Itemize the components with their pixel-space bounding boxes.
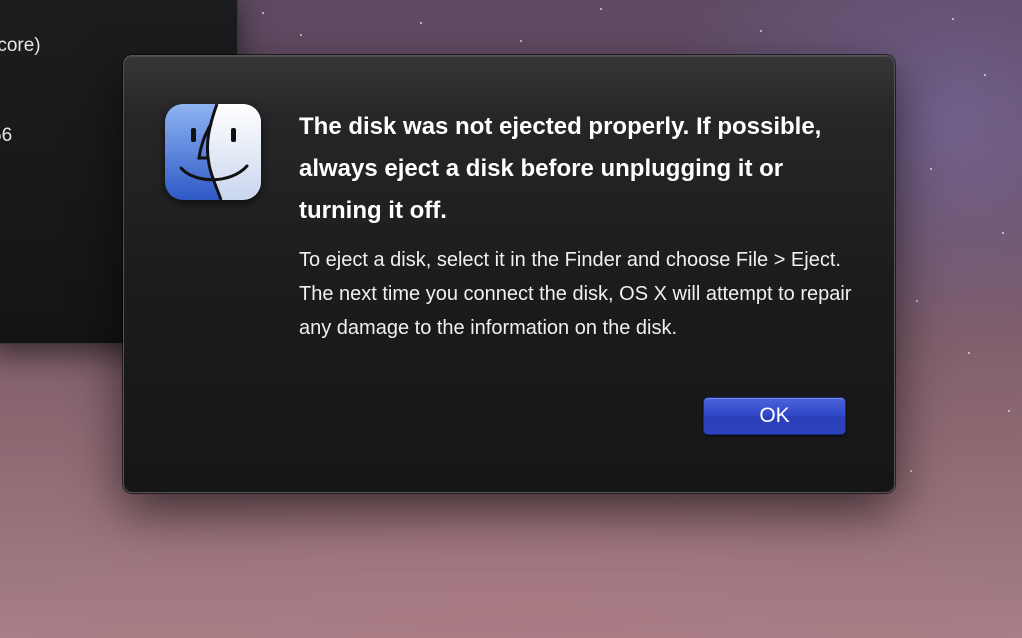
- alert-dialog: The disk was not ejected properly. If po…: [123, 55, 895, 493]
- background-window-text-line1: -core): [0, 35, 41, 56]
- alert-message: To eject a disk, select it in the Finder…: [299, 249, 852, 339]
- alert-title: The disk was not ejected properly. If po…: [299, 113, 822, 224]
- finder-icon: [165, 104, 261, 200]
- ok-button[interactable]: OK: [703, 397, 846, 435]
- background-window-text-line2: 56: [0, 125, 13, 146]
